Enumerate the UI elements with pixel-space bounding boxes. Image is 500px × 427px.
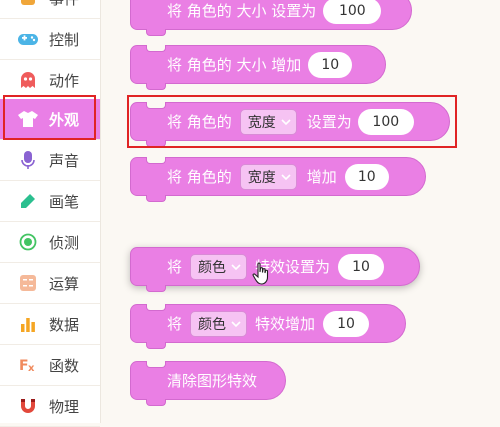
svg-text:x: x <box>28 363 35 374</box>
effect-dropdown[interactable]: 颜色 <box>190 310 248 337</box>
chevron-down-icon <box>281 118 291 125</box>
chevron-down-icon <box>231 320 241 327</box>
block-text: 特效增加 <box>255 315 316 333</box>
event-icon <box>11 0 45 10</box>
category-operators[interactable]: 运算 <box>0 263 100 304</box>
size-value-input[interactable]: 100 <box>323 0 382 24</box>
block-text: 清除图形特效 <box>167 372 258 390</box>
width-value-input[interactable]: 100 <box>357 108 414 135</box>
gamepad-icon <box>11 27 45 51</box>
category-label: 控制 <box>49 30 80 49</box>
block-text: 将 角色的 大小 设置为 <box>167 2 317 20</box>
category-label: 侦测 <box>49 233 80 252</box>
change-width-block[interactable]: 将 角色的 宽度 增加 10 <box>130 157 426 202</box>
size-change-input[interactable]: 10 <box>308 51 353 78</box>
block-connector <box>146 399 166 406</box>
block-text: 将 角色的 <box>167 113 232 131</box>
block-connector <box>146 285 166 292</box>
block-text: 将 <box>167 258 183 276</box>
category-label: 画笔 <box>49 192 80 211</box>
category-label: 外观 <box>49 110 80 129</box>
block-connector <box>146 29 166 36</box>
pen-icon <box>11 189 45 213</box>
chevron-down-icon <box>231 263 241 270</box>
dropdown-value: 宽度 <box>247 114 276 131</box>
category-sensing[interactable]: 侦测 <box>0 222 100 263</box>
category-functions[interactable]: F x 函数 <box>0 345 100 386</box>
category-data[interactable]: 数据 <box>0 304 100 345</box>
category-label: 函数 <box>49 356 80 375</box>
category-label: 声音 <box>49 151 80 170</box>
block-connector <box>146 157 166 164</box>
function-icon: F x <box>11 353 45 377</box>
dropdown-value: 颜色 <box>198 259 227 276</box>
sensor-icon <box>11 230 45 254</box>
category-motion[interactable]: 动作 <box>0 60 100 101</box>
block-connector <box>146 195 166 202</box>
calculator-icon <box>11 271 45 295</box>
width-change-input[interactable]: 10 <box>344 163 389 190</box>
chevron-down-icon <box>281 173 291 180</box>
block-connector <box>146 102 166 109</box>
bar-chart-icon <box>11 312 45 336</box>
dropdown-value: 宽度 <box>247 169 276 186</box>
category-label: 运算 <box>49 274 80 293</box>
category-looks[interactable]: 外观 <box>0 99 100 140</box>
block-text: 将 角色的 大小 增加 <box>167 56 302 74</box>
category-label: 事件 <box>49 0 79 9</box>
microphone-icon <box>11 148 45 172</box>
category-sound[interactable]: 声音 <box>0 140 100 181</box>
block-connector <box>146 45 166 52</box>
hand-cursor-icon <box>252 262 269 285</box>
block-connector <box>146 342 166 349</box>
category-pen[interactable]: 画笔 <box>0 181 100 222</box>
block-connector <box>146 140 166 147</box>
dropdown-value: 颜色 <box>198 316 227 333</box>
set-width-block[interactable]: 将 角色的 宽度 设置为 100 <box>130 102 450 147</box>
block-text: 将 角色的 <box>167 168 232 186</box>
block-text: 将 <box>167 315 183 333</box>
property-dropdown[interactable]: 宽度 <box>239 163 297 190</box>
effect-dropdown[interactable]: 颜色 <box>190 253 248 280</box>
block-text: 增加 <box>306 168 337 186</box>
effect-change-input[interactable]: 10 <box>323 310 370 337</box>
category-sidebar: 事件 控制 动作 外观 <box>0 0 101 427</box>
set-effect-block[interactable]: 将 颜色 特效设置为 10 <box>130 247 420 292</box>
change-effect-block[interactable]: 将 颜色 特效增加 10 <box>130 304 406 349</box>
category-label: 数据 <box>49 315 80 334</box>
category-label: 物理 <box>49 397 80 416</box>
clear-effects-block[interactable]: 清除图形特效 <box>130 361 286 406</box>
block-connector <box>146 304 166 311</box>
category-label: 动作 <box>49 71 80 90</box>
block-connector <box>146 361 166 368</box>
magnet-icon <box>11 394 45 418</box>
category-event[interactable]: 事件 <box>0 0 100 19</box>
change-size-block[interactable]: 将 角色的 大小 增加 10 <box>130 45 386 90</box>
property-dropdown[interactable]: 宽度 <box>239 108 297 135</box>
block-text: 设置为 <box>306 113 352 131</box>
shirt-icon <box>11 107 45 131</box>
category-physics[interactable]: 物理 <box>0 386 100 427</box>
category-control[interactable]: 控制 <box>0 19 100 60</box>
effect-value-input[interactable]: 10 <box>338 253 385 280</box>
block-connector <box>146 83 166 90</box>
ghost-icon <box>11 68 45 92</box>
set-size-block[interactable]: 将 角色的 大小 设置为 100 <box>130 0 412 36</box>
